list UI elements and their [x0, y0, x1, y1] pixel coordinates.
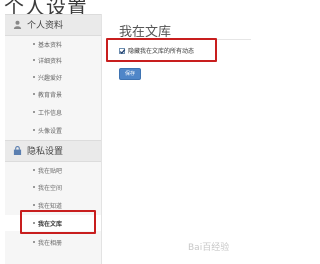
watermark: Bai百经验 — [188, 243, 230, 253]
sidebar-item-label: 我在相册 — [38, 240, 63, 247]
lock-icon — [13, 146, 22, 155]
sidebar-group-privacy-label: 隐私设置 — [27, 147, 64, 157]
bullet-icon — [33, 93, 35, 95]
sidebar-item-label: 兴趣爱好 — [38, 75, 63, 82]
sidebar-item-album[interactable]: 我在相册 — [5, 234, 101, 250]
highlight-box-checkbox — [106, 38, 217, 62]
sidebar-item-avatar[interactable]: 头像设置 — [5, 122, 101, 138]
sidebar-item-label: 教育背景 — [38, 92, 63, 99]
sidebar-item-label: 详细资料 — [38, 58, 63, 65]
bullet-icon — [33, 186, 35, 188]
bullet-icon — [33, 204, 35, 206]
sidebar-item-space[interactable]: 我在空间 — [5, 179, 101, 195]
sidebar-item-interests[interactable]: 兴趣爱好 — [5, 69, 101, 85]
bullet-icon — [33, 111, 35, 113]
sidebar-item-label: 基本资料 — [38, 42, 63, 49]
sidebar-item-education[interactable]: 教育背景 — [5, 86, 101, 102]
sidebar-group-profile[interactable]: 个人资料 — [5, 14, 101, 36]
sidebar-item-basic-info[interactable]: 基本资料 — [5, 36, 101, 52]
sidebar-group-privacy[interactable]: 隐私设置 — [5, 140, 101, 162]
bullet-icon — [33, 76, 35, 78]
sidebar-item-work[interactable]: 工作信息 — [5, 104, 101, 120]
sidebar-item-label: 我在空间 — [38, 185, 63, 192]
sidebar-item-tieba[interactable]: 我在贴吧 — [5, 162, 101, 178]
sidebar-group-profile-label: 个人资料 — [27, 21, 64, 31]
sidebar-item-label: 工作信息 — [38, 110, 63, 117]
sidebar-item-label: 我在知道 — [38, 203, 63, 210]
bullet-icon — [33, 59, 35, 61]
user-icon — [13, 20, 22, 29]
highlight-box-sidebar — [20, 210, 96, 234]
save-button[interactable]: 保存 — [119, 68, 141, 80]
bullet-icon — [33, 129, 35, 131]
bullet-icon — [33, 43, 35, 45]
sidebar-item-detailed-info[interactable]: 详细资料 — [5, 52, 101, 68]
sidebar-item-label: 我在贴吧 — [38, 168, 63, 175]
bullet-icon — [33, 241, 35, 243]
sidebar-item-label: 头像设置 — [38, 128, 63, 135]
bullet-icon — [33, 169, 35, 171]
